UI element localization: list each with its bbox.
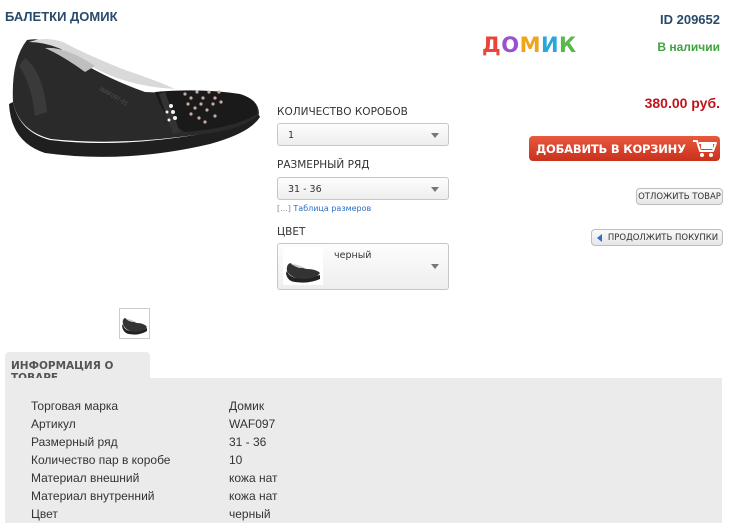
continue-shopping-button[interactable]: ПРОДОЛЖИТЬ ПОКУПКИ	[591, 229, 723, 246]
continue-shopping-label: ПРОДОЛЖИТЬ ПОКУПКИ	[607, 233, 719, 243]
info-row: Количество пар в коробе 10	[31, 453, 242, 467]
color-label: ЦВЕТ	[277, 226, 306, 238]
page-title: БАЛЕТКИ ДОМИК	[5, 9, 118, 24]
info-row: Торговая марка Домик	[31, 399, 264, 413]
size-select[interactable]: 31 - 36	[277, 177, 449, 200]
info-key: Размерный ряд	[31, 435, 118, 449]
info-tab[interactable]: ИНФОРМАЦИЯ О ТОВАРЕ	[5, 352, 150, 384]
brand-logo-letter: И	[540, 33, 560, 57]
info-value: черный	[229, 507, 271, 521]
info-value: кожа нат	[229, 471, 278, 485]
size-table-link-wrap: [...] Таблица размеров	[277, 204, 371, 213]
arrow-left-icon	[597, 234, 602, 242]
info-value: 10	[229, 453, 243, 467]
info-value: WAF097	[229, 417, 276, 431]
info-value: Домик	[229, 399, 265, 413]
info-key: Цвет	[31, 507, 58, 521]
product-image[interactable]: WAF097-01	[5, 32, 270, 167]
chevron-down-icon	[431, 133, 439, 138]
brand-logo-letter: О	[501, 33, 520, 57]
info-key: Артикул	[31, 417, 76, 431]
info-key: Торговая марка	[31, 399, 119, 413]
info-key: Материал внешний	[31, 471, 140, 485]
brand-logo-letter: М	[519, 33, 541, 57]
info-row: Размерный ряд 31 - 36	[31, 435, 266, 449]
brand-logo-letter: К	[559, 33, 577, 57]
add-to-cart-button[interactable]: ДОБАВИТЬ В КОРЗИНУ	[529, 136, 720, 161]
brand-logo-letter: Д	[482, 33, 502, 57]
price: 380.00 руб.	[644, 95, 720, 111]
defer-button[interactable]: ОТЛОЖИТЬ ТОВАР	[636, 188, 723, 205]
cart-icon	[692, 138, 718, 158]
product-id: ID 209652	[660, 12, 720, 27]
chevron-down-icon	[431, 264, 439, 269]
info-row: Материал внутренний кожа нат	[31, 489, 278, 503]
info-row: Материал внешний кожа нат	[31, 471, 278, 485]
product-thumbnail[interactable]	[119, 308, 150, 339]
color-select[interactable]: черный	[277, 243, 449, 290]
size-label: РАЗМЕРНЫЙ РЯД	[277, 159, 370, 171]
size-value: 31 - 36	[288, 184, 322, 195]
info-value: 31 - 36	[229, 435, 267, 449]
color-value: черный	[334, 250, 372, 261]
size-table-link[interactable]: Таблица размеров	[293, 204, 371, 213]
chevron-down-icon	[431, 187, 439, 192]
size-table-bracket: [...]	[277, 204, 291, 213]
boxes-select[interactable]: 1	[277, 123, 449, 146]
boxes-label: КОЛИЧЕСТВО КОРОБОВ	[277, 106, 408, 118]
boxes-value: 1	[288, 130, 295, 141]
info-panel: Торговая марка Домик Артикул WAF097 Разм…	[5, 378, 722, 523]
info-row: Цвет черный	[31, 507, 271, 521]
info-key: Материал внутренний	[31, 489, 155, 503]
brand-logo: ДОМИК	[482, 33, 577, 57]
stock-status: В наличии	[657, 40, 720, 54]
info-value: кожа нат	[229, 489, 278, 503]
add-to-cart-label: ДОБАВИТЬ В КОРЗИНУ	[536, 142, 686, 156]
color-swatch-image	[283, 247, 323, 285]
info-row: Артикул WAF097	[31, 417, 275, 431]
info-key: Количество пар в коробе	[31, 453, 171, 467]
